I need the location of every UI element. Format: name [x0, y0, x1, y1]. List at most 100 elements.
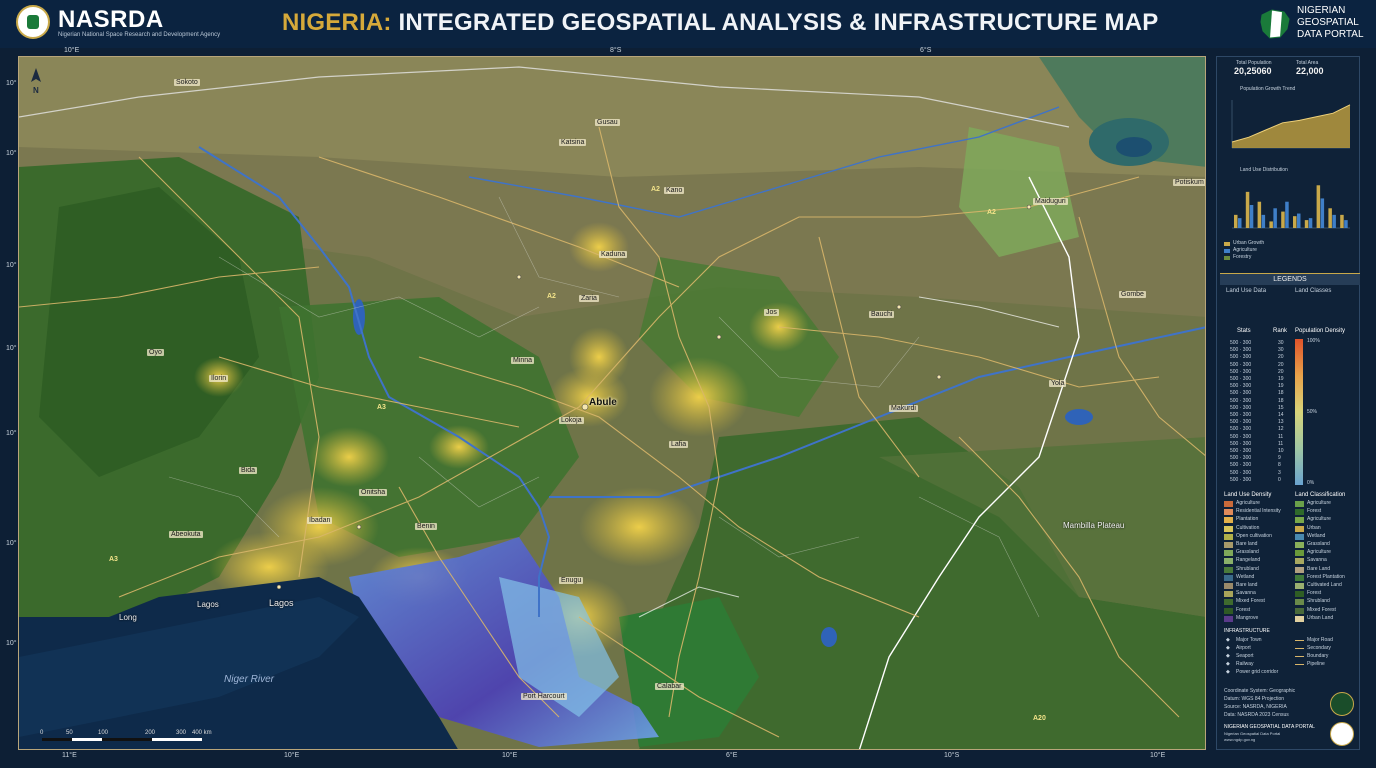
legend-swatch	[1295, 517, 1304, 524]
place-label: Lokoja	[559, 417, 584, 424]
coord-left: 10°	[6, 262, 17, 269]
legends-header: LEGENDS	[1220, 273, 1360, 285]
bar-agri	[1297, 213, 1301, 228]
legend-swatch	[1224, 525, 1233, 532]
table-cell: 500 · 300	[1230, 419, 1252, 426]
place-label: Onitsha	[359, 489, 388, 496]
table-cell: 500 · 300	[1230, 383, 1252, 390]
legend-item: Mangrove	[1236, 614, 1259, 621]
place-label: Port Harcourt	[521, 693, 567, 700]
coord-left: 10°	[6, 540, 17, 547]
legend-item: Shrubland	[1307, 598, 1330, 605]
coord-bottom: 11°E	[62, 752, 77, 759]
table-cell: 8	[1278, 462, 1281, 469]
table-cell: 500 · 300	[1230, 433, 1252, 440]
table-cell: 11	[1278, 433, 1284, 440]
coord-top: 8°S	[610, 47, 622, 54]
table-cell: 9	[1278, 455, 1281, 462]
map-frame[interactable]: Abule Lagos Lagos Ibadan Sokoto Kaduna K…	[18, 56, 1206, 750]
infrastructure-icon: ◆	[1226, 669, 1230, 675]
place-label: Abule	[589, 397, 617, 408]
place-label: Kano	[664, 187, 685, 194]
legend-swatch	[1224, 249, 1230, 253]
table-cell: 20	[1278, 354, 1284, 361]
road-label: A20	[1033, 715, 1046, 722]
legend-swatch	[1295, 599, 1304, 606]
legend-item: Agriculture	[1307, 500, 1331, 506]
place-label: Ilorin	[209, 375, 229, 382]
table-cell: 18	[1278, 390, 1284, 397]
coord-top: 10°E	[64, 47, 80, 54]
table-cell: 500 · 300	[1230, 340, 1252, 346]
legend-item: Rangeland	[1236, 557, 1261, 564]
density-tick: 0%	[1307, 480, 1315, 486]
density-title: Population Density	[1295, 328, 1346, 334]
legend-item: Agriculture	[1307, 516, 1331, 523]
legend-item: Open cultivation	[1236, 532, 1272, 539]
header-bar: NASRDA Nigerian National Space Research …	[0, 0, 1376, 48]
line-chart-title: Population Growth Trend	[1240, 86, 1296, 92]
legend-swatch	[1224, 558, 1233, 565]
infrastructure-icon: ◆	[1226, 661, 1230, 667]
table-cell: 500 · 300	[1230, 404, 1252, 411]
legend-item: Savanna	[1236, 590, 1256, 597]
bar-agri	[1273, 208, 1277, 228]
table-cell: 13	[1278, 419, 1284, 426]
bar-agri	[1332, 214, 1336, 228]
place-label: Calabar	[655, 683, 684, 690]
table-cell: 500 · 300	[1230, 368, 1252, 375]
infrastructure-line-icon	[1295, 656, 1304, 657]
scale-tick: 50	[66, 730, 73, 736]
footer-sub: www.ngdp.gov.ng	[1224, 737, 1256, 742]
legend-swatch	[1224, 591, 1233, 598]
legend-swatch	[1295, 542, 1304, 548]
place-label: Ibadan	[307, 517, 333, 524]
landuse-title: Land Use Density	[1224, 492, 1272, 498]
infrastructure-icon: ◆	[1226, 637, 1230, 643]
place-label: Gusau	[595, 119, 620, 126]
infrastructure-item: Power grid corridor	[1236, 669, 1279, 675]
place-label: Potiskum	[1173, 179, 1205, 186]
place-label: Long	[119, 613, 137, 622]
stat-value-population: 20,25060	[1234, 66, 1272, 76]
bar-legend-item: Agriculture	[1233, 247, 1257, 253]
table-cell: 500 · 300	[1230, 462, 1252, 469]
table-cell: 500 · 300	[1230, 354, 1252, 361]
road-label: A2	[547, 293, 556, 300]
scale-tick: 200	[145, 730, 156, 736]
footer-portal-name: NIGERIAN GEOSPATIAL DATA PORTAL	[1224, 724, 1315, 730]
density-tick: 100%	[1307, 338, 1320, 344]
legend-swatch	[1224, 533, 1233, 540]
legend-swatch	[1224, 607, 1233, 614]
bar-urban	[1257, 201, 1262, 228]
table-cell: 19	[1278, 376, 1284, 382]
density-tick: 50%	[1307, 409, 1318, 415]
bar-urban	[1328, 208, 1332, 228]
footer-sub: Nigerian Geospatial Data Portal	[1224, 731, 1281, 736]
place-label: Katsina	[559, 139, 587, 146]
legend-item: Forest	[1236, 606, 1251, 613]
bar-urban	[1269, 221, 1273, 228]
legend-item: Forest	[1307, 508, 1322, 515]
infrastructure-item: Pipeline	[1307, 661, 1325, 667]
bar-agri	[1238, 218, 1242, 228]
legend-swatch	[1295, 533, 1304, 540]
table-cell: 500 · 300	[1230, 397, 1252, 404]
scale-tick: 100	[98, 730, 109, 736]
niger-river-label: Niger River	[224, 674, 275, 685]
legend-swatch	[1224, 615, 1233, 622]
footer-line: Datum: WGS 84 Projection	[1224, 696, 1285, 702]
legend-swatch	[1295, 574, 1304, 581]
footer-line: Source: NASRDA, NIGERIA	[1224, 704, 1287, 710]
legend-swatch	[1224, 242, 1230, 246]
legend-item: Savanna	[1307, 557, 1327, 564]
table-cell: 20	[1278, 368, 1284, 375]
table-cell: 3	[1278, 469, 1281, 476]
scale-tick: 300	[176, 730, 187, 736]
legend-item: Mixed Forest	[1307, 606, 1336, 613]
coord-left: 10°	[6, 640, 17, 647]
legend-item: Residential Intensity	[1236, 508, 1281, 515]
legend-swatch	[1295, 566, 1304, 573]
legend-item: Bare Land	[1307, 565, 1331, 572]
place-label: Lagos	[197, 600, 219, 609]
